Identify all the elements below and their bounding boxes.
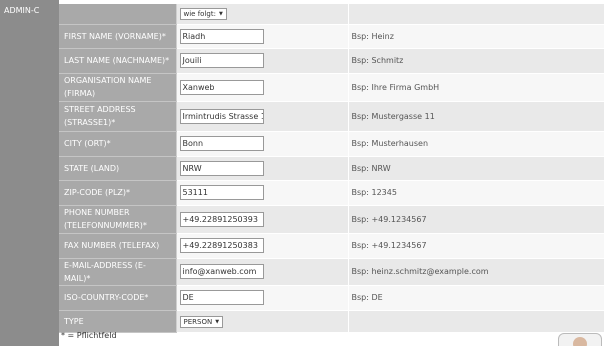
city-hint: Bsp: Musterhausen <box>348 131 604 157</box>
type-label: TYPE <box>59 310 177 333</box>
type-select[interactable]: PERSON ▼ <box>179 315 224 328</box>
fax-hint: Bsp: +49.1234567 <box>348 233 604 259</box>
section-label: ADMIN-C <box>0 0 59 346</box>
form-row-email: E-MAIL-ADDRESS (E-MAIL)* info@xanweb.com… <box>59 258 604 286</box>
country-code-hint: Bsp: DE <box>348 285 604 311</box>
organisation-label: ORGANISATION NAME (FIRMA) <box>59 73 177 102</box>
form-row-phone: PHONE NUMBER (TELEFONNUMMER)* +49.228912… <box>59 205 604 234</box>
form-row-last-name: LAST NAME (NACHNAME)* Jouili Bsp: Schmit… <box>59 48 604 74</box>
street-label: STREET ADDRESS (STRASSE1)* <box>59 101 177 132</box>
triangle-down-icon: ▼ <box>218 11 223 18</box>
form-row-country-code: ISO-COUNTRY-CODE* DE Bsp: DE <box>59 285 604 311</box>
chat-avatar-icon[interactable] <box>558 333 602 346</box>
phone-input[interactable]: +49.22891250393 <box>179 211 264 227</box>
street-hint: Bsp: Mustergasse 11 <box>348 101 604 132</box>
form-row-street: STREET ADDRESS (STRASSE1)* Irmintrudis S… <box>59 101 604 132</box>
city-input[interactable]: Bonn <box>179 136 264 151</box>
form-row-copy-select: wie folgt: ▼ <box>59 4 604 25</box>
email-label: E-MAIL-ADDRESS (E-MAIL)* <box>59 258 177 286</box>
admin-c-form: wie folgt: ▼ FIRST NAME (VORNAME)* Riadh … <box>59 4 604 333</box>
phone-hint: Bsp: +49.1234567 <box>348 205 604 234</box>
fax-input[interactable]: +49.22891250383 <box>179 238 264 253</box>
required-fields-note: * = Pflichtfeld <box>61 331 117 340</box>
first-name-label: FIRST NAME (VORNAME)* <box>59 24 177 49</box>
phone-label: PHONE NUMBER (TELEFONNUMMER)* <box>59 205 177 234</box>
form-row-city: CITY (ORT)* Bonn Bsp: Musterhausen <box>59 131 604 157</box>
form-row-organisation: ORGANISATION NAME (FIRMA) Xanweb Bsp: Ih… <box>59 73 604 102</box>
zip-label: ZIP-CODE (PLZ)* <box>59 180 177 206</box>
first-name-input[interactable]: Riadh <box>179 28 264 44</box>
zip-input[interactable]: 53111 <box>179 185 264 200</box>
avatar-face <box>573 337 587 346</box>
triangle-down-icon: ▼ <box>215 318 220 325</box>
form-row-type: TYPE PERSON ▼ <box>59 310 604 333</box>
fax-label: FAX NUMBER (TELEFAX) <box>59 233 177 259</box>
state-hint: Bsp: NRW <box>348 156 604 181</box>
city-label: CITY (ORT)* <box>59 131 177 157</box>
organisation-hint: Bsp: Ihre Firma GmbH <box>348 73 604 102</box>
organisation-input[interactable]: Xanweb <box>179 79 264 95</box>
last-name-input[interactable]: Jouili <box>179 53 264 68</box>
last-name-label: LAST NAME (NACHNAME)* <box>59 48 177 74</box>
state-input[interactable]: NRW <box>179 160 264 176</box>
form-row-first-name: FIRST NAME (VORNAME)* Riadh Bsp: Heinz <box>59 24 604 49</box>
country-code-label: ISO-COUNTRY-CODE* <box>59 285 177 311</box>
form-row-zip: ZIP-CODE (PLZ)* 53111 Bsp: 12345 <box>59 180 604 206</box>
copy-contact-select[interactable]: wie folgt: ▼ <box>179 8 227 21</box>
row-label-empty <box>59 4 177 25</box>
email-hint: Bsp: heinz.schmitz@example.com <box>348 258 604 286</box>
form-row-fax: FAX NUMBER (TELEFAX) +49.22891250383 Bsp… <box>59 233 604 259</box>
last-name-hint: Bsp: Schmitz <box>348 48 604 74</box>
email-input[interactable]: info@xanweb.com <box>179 264 264 279</box>
state-label: STATE (LAND) <box>59 156 177 181</box>
zip-hint: Bsp: 12345 <box>348 180 604 206</box>
street-input[interactable]: Irmintrudis Strasse 13 <box>179 108 264 124</box>
first-name-hint: Bsp: Heinz <box>348 24 604 49</box>
form-row-state: STATE (LAND) NRW Bsp: NRW <box>59 156 604 181</box>
country-code-input[interactable]: DE <box>179 290 264 305</box>
